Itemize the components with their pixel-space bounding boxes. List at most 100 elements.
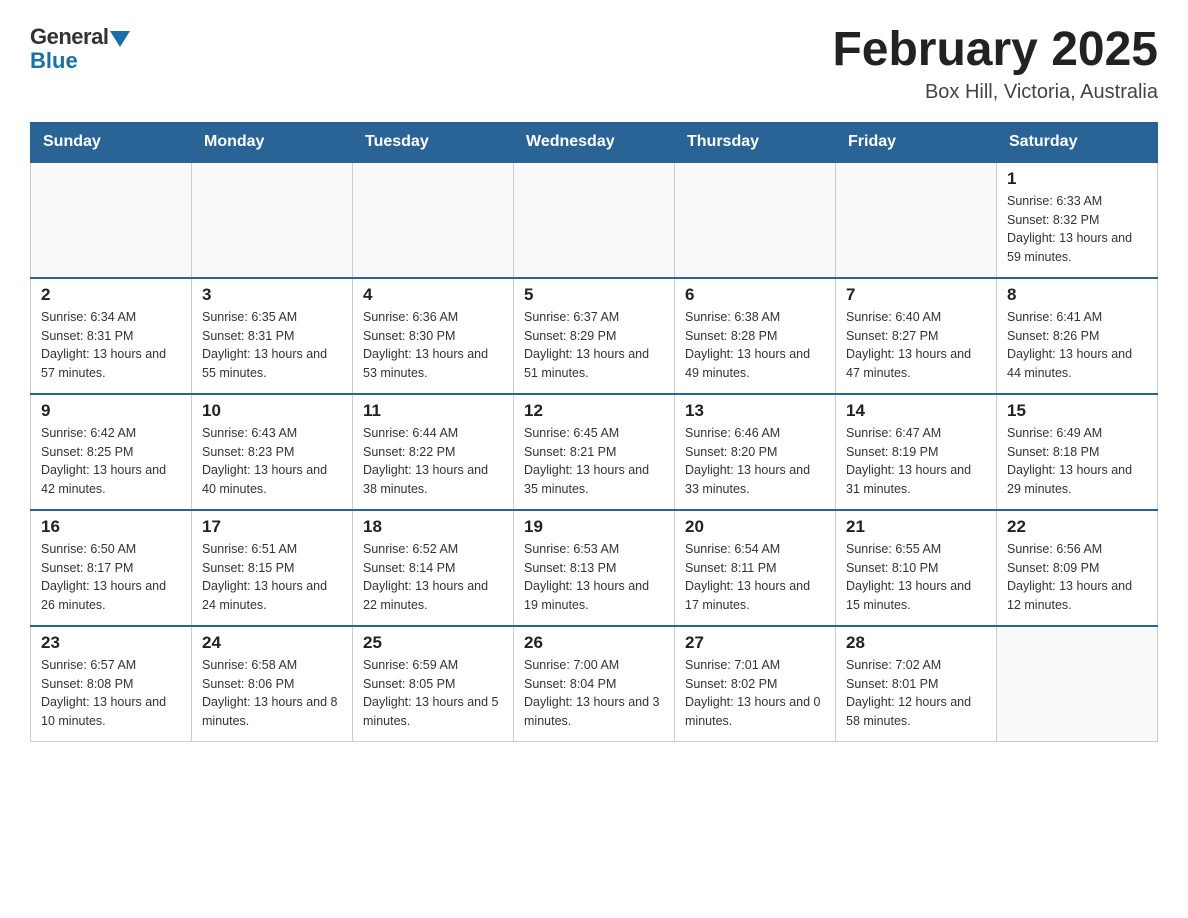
- day-number: 19: [524, 517, 664, 537]
- calendar-cell: 19 Sunrise: 6:53 AM Sunset: 8:13 PM Dayli…: [514, 510, 675, 626]
- calendar-header-friday: Friday: [836, 122, 997, 162]
- day-info: Sunrise: 6:51 AM Sunset: 8:15 PM Dayligh…: [202, 540, 342, 615]
- calendar-cell: 25 Sunrise: 6:59 AM Sunset: 8:05 PM Dayli…: [353, 626, 514, 742]
- calendar-week-5: 23 Sunrise: 6:57 AM Sunset: 8:08 PM Dayli…: [31, 626, 1158, 742]
- day-number: 27: [685, 633, 825, 653]
- day-info: Sunrise: 6:38 AM Sunset: 8:28 PM Dayligh…: [685, 308, 825, 383]
- day-number: 15: [1007, 401, 1147, 421]
- day-number: 8: [1007, 285, 1147, 305]
- logo: General Blue: [30, 24, 130, 74]
- day-number: 17: [202, 517, 342, 537]
- calendar-cell: [31, 162, 192, 278]
- day-info: Sunrise: 6:58 AM Sunset: 8:06 PM Dayligh…: [202, 656, 342, 731]
- calendar-cell: [192, 162, 353, 278]
- calendar-header-monday: Monday: [192, 122, 353, 162]
- day-number: 4: [363, 285, 503, 305]
- day-info: Sunrise: 6:52 AM Sunset: 8:14 PM Dayligh…: [363, 540, 503, 615]
- day-info: Sunrise: 6:47 AM Sunset: 8:19 PM Dayligh…: [846, 424, 986, 499]
- calendar-cell: [997, 626, 1158, 742]
- calendar-header-wednesday: Wednesday: [514, 122, 675, 162]
- day-info: Sunrise: 6:34 AM Sunset: 8:31 PM Dayligh…: [41, 308, 181, 383]
- day-number: 18: [363, 517, 503, 537]
- day-number: 21: [846, 517, 986, 537]
- day-info: Sunrise: 6:35 AM Sunset: 8:31 PM Dayligh…: [202, 308, 342, 383]
- day-number: 16: [41, 517, 181, 537]
- calendar-cell: [514, 162, 675, 278]
- calendar-cell: 27 Sunrise: 7:01 AM Sunset: 8:02 PM Dayli…: [675, 626, 836, 742]
- day-number: 26: [524, 633, 664, 653]
- calendar-cell: 23 Sunrise: 6:57 AM Sunset: 8:08 PM Dayli…: [31, 626, 192, 742]
- calendar-cell: [836, 162, 997, 278]
- calendar-cell: 4 Sunrise: 6:36 AM Sunset: 8:30 PM Daylig…: [353, 278, 514, 394]
- calendar-week-2: 2 Sunrise: 6:34 AM Sunset: 8:31 PM Daylig…: [31, 278, 1158, 394]
- calendar-cell: 1 Sunrise: 6:33 AM Sunset: 8:32 PM Daylig…: [997, 162, 1158, 278]
- day-number: 20: [685, 517, 825, 537]
- calendar-week-3: 9 Sunrise: 6:42 AM Sunset: 8:25 PM Daylig…: [31, 394, 1158, 510]
- calendar-cell: 13 Sunrise: 6:46 AM Sunset: 8:20 PM Dayli…: [675, 394, 836, 510]
- day-info: Sunrise: 6:33 AM Sunset: 8:32 PM Dayligh…: [1007, 192, 1147, 267]
- day-number: 10: [202, 401, 342, 421]
- calendar-cell: 7 Sunrise: 6:40 AM Sunset: 8:27 PM Daylig…: [836, 278, 997, 394]
- calendar-cell: 6 Sunrise: 6:38 AM Sunset: 8:28 PM Daylig…: [675, 278, 836, 394]
- calendar-cell: 9 Sunrise: 6:42 AM Sunset: 8:25 PM Daylig…: [31, 394, 192, 510]
- calendar-header-sunday: Sunday: [31, 122, 192, 162]
- day-info: Sunrise: 6:45 AM Sunset: 8:21 PM Dayligh…: [524, 424, 664, 499]
- day-number: 14: [846, 401, 986, 421]
- logo-general-text: General: [30, 24, 108, 50]
- day-number: 7: [846, 285, 986, 305]
- calendar-cell: 12 Sunrise: 6:45 AM Sunset: 8:21 PM Dayli…: [514, 394, 675, 510]
- day-number: 22: [1007, 517, 1147, 537]
- day-info: Sunrise: 7:01 AM Sunset: 8:02 PM Dayligh…: [685, 656, 825, 731]
- day-number: 6: [685, 285, 825, 305]
- day-info: Sunrise: 6:54 AM Sunset: 8:11 PM Dayligh…: [685, 540, 825, 615]
- calendar-cell: [675, 162, 836, 278]
- day-number: 1: [1007, 169, 1147, 189]
- logo-arrow-icon: [110, 31, 130, 47]
- calendar-cell: 21 Sunrise: 6:55 AM Sunset: 8:10 PM Dayli…: [836, 510, 997, 626]
- page-header: General Blue February 2025 Box Hill, Vic…: [30, 24, 1158, 104]
- day-number: 25: [363, 633, 503, 653]
- day-number: 28: [846, 633, 986, 653]
- month-title: February 2025: [832, 24, 1158, 77]
- calendar-cell: 3 Sunrise: 6:35 AM Sunset: 8:31 PM Daylig…: [192, 278, 353, 394]
- day-info: Sunrise: 6:57 AM Sunset: 8:08 PM Dayligh…: [41, 656, 181, 731]
- day-info: Sunrise: 6:36 AM Sunset: 8:30 PM Dayligh…: [363, 308, 503, 383]
- day-info: Sunrise: 6:50 AM Sunset: 8:17 PM Dayligh…: [41, 540, 181, 615]
- calendar-table: SundayMondayTuesdayWednesdayThursdayFrid…: [30, 122, 1158, 742]
- day-number: 13: [685, 401, 825, 421]
- day-info: Sunrise: 6:59 AM Sunset: 8:05 PM Dayligh…: [363, 656, 503, 731]
- day-info: Sunrise: 7:02 AM Sunset: 8:01 PM Dayligh…: [846, 656, 986, 731]
- calendar-cell: 22 Sunrise: 6:56 AM Sunset: 8:09 PM Dayli…: [997, 510, 1158, 626]
- calendar-week-1: 1 Sunrise: 6:33 AM Sunset: 8:32 PM Daylig…: [31, 162, 1158, 278]
- day-info: Sunrise: 6:46 AM Sunset: 8:20 PM Dayligh…: [685, 424, 825, 499]
- day-info: Sunrise: 6:44 AM Sunset: 8:22 PM Dayligh…: [363, 424, 503, 499]
- calendar-cell: 14 Sunrise: 6:47 AM Sunset: 8:19 PM Dayli…: [836, 394, 997, 510]
- day-info: Sunrise: 6:40 AM Sunset: 8:27 PM Dayligh…: [846, 308, 986, 383]
- day-number: 23: [41, 633, 181, 653]
- calendar-header-saturday: Saturday: [997, 122, 1158, 162]
- day-number: 12: [524, 401, 664, 421]
- calendar-header-row: SundayMondayTuesdayWednesdayThursdayFrid…: [31, 122, 1158, 162]
- day-info: Sunrise: 6:53 AM Sunset: 8:13 PM Dayligh…: [524, 540, 664, 615]
- day-info: Sunrise: 6:55 AM Sunset: 8:10 PM Dayligh…: [846, 540, 986, 615]
- day-number: 2: [41, 285, 181, 305]
- day-info: Sunrise: 6:43 AM Sunset: 8:23 PM Dayligh…: [202, 424, 342, 499]
- day-info: Sunrise: 6:42 AM Sunset: 8:25 PM Dayligh…: [41, 424, 181, 499]
- calendar-cell: 18 Sunrise: 6:52 AM Sunset: 8:14 PM Dayli…: [353, 510, 514, 626]
- day-info: Sunrise: 6:37 AM Sunset: 8:29 PM Dayligh…: [524, 308, 664, 383]
- day-number: 11: [363, 401, 503, 421]
- calendar-cell: 20 Sunrise: 6:54 AM Sunset: 8:11 PM Dayli…: [675, 510, 836, 626]
- title-section: February 2025 Box Hill, Victoria, Austra…: [832, 24, 1158, 104]
- calendar-cell: 5 Sunrise: 6:37 AM Sunset: 8:29 PM Daylig…: [514, 278, 675, 394]
- day-info: Sunrise: 6:49 AM Sunset: 8:18 PM Dayligh…: [1007, 424, 1147, 499]
- calendar-cell: 2 Sunrise: 6:34 AM Sunset: 8:31 PM Daylig…: [31, 278, 192, 394]
- day-info: Sunrise: 6:56 AM Sunset: 8:09 PM Dayligh…: [1007, 540, 1147, 615]
- calendar-header-thursday: Thursday: [675, 122, 836, 162]
- day-info: Sunrise: 7:00 AM Sunset: 8:04 PM Dayligh…: [524, 656, 664, 731]
- day-number: 5: [524, 285, 664, 305]
- day-number: 9: [41, 401, 181, 421]
- calendar-cell: 26 Sunrise: 7:00 AM Sunset: 8:04 PM Dayli…: [514, 626, 675, 742]
- day-number: 3: [202, 285, 342, 305]
- calendar-cell: 16 Sunrise: 6:50 AM Sunset: 8:17 PM Dayli…: [31, 510, 192, 626]
- calendar-cell: [353, 162, 514, 278]
